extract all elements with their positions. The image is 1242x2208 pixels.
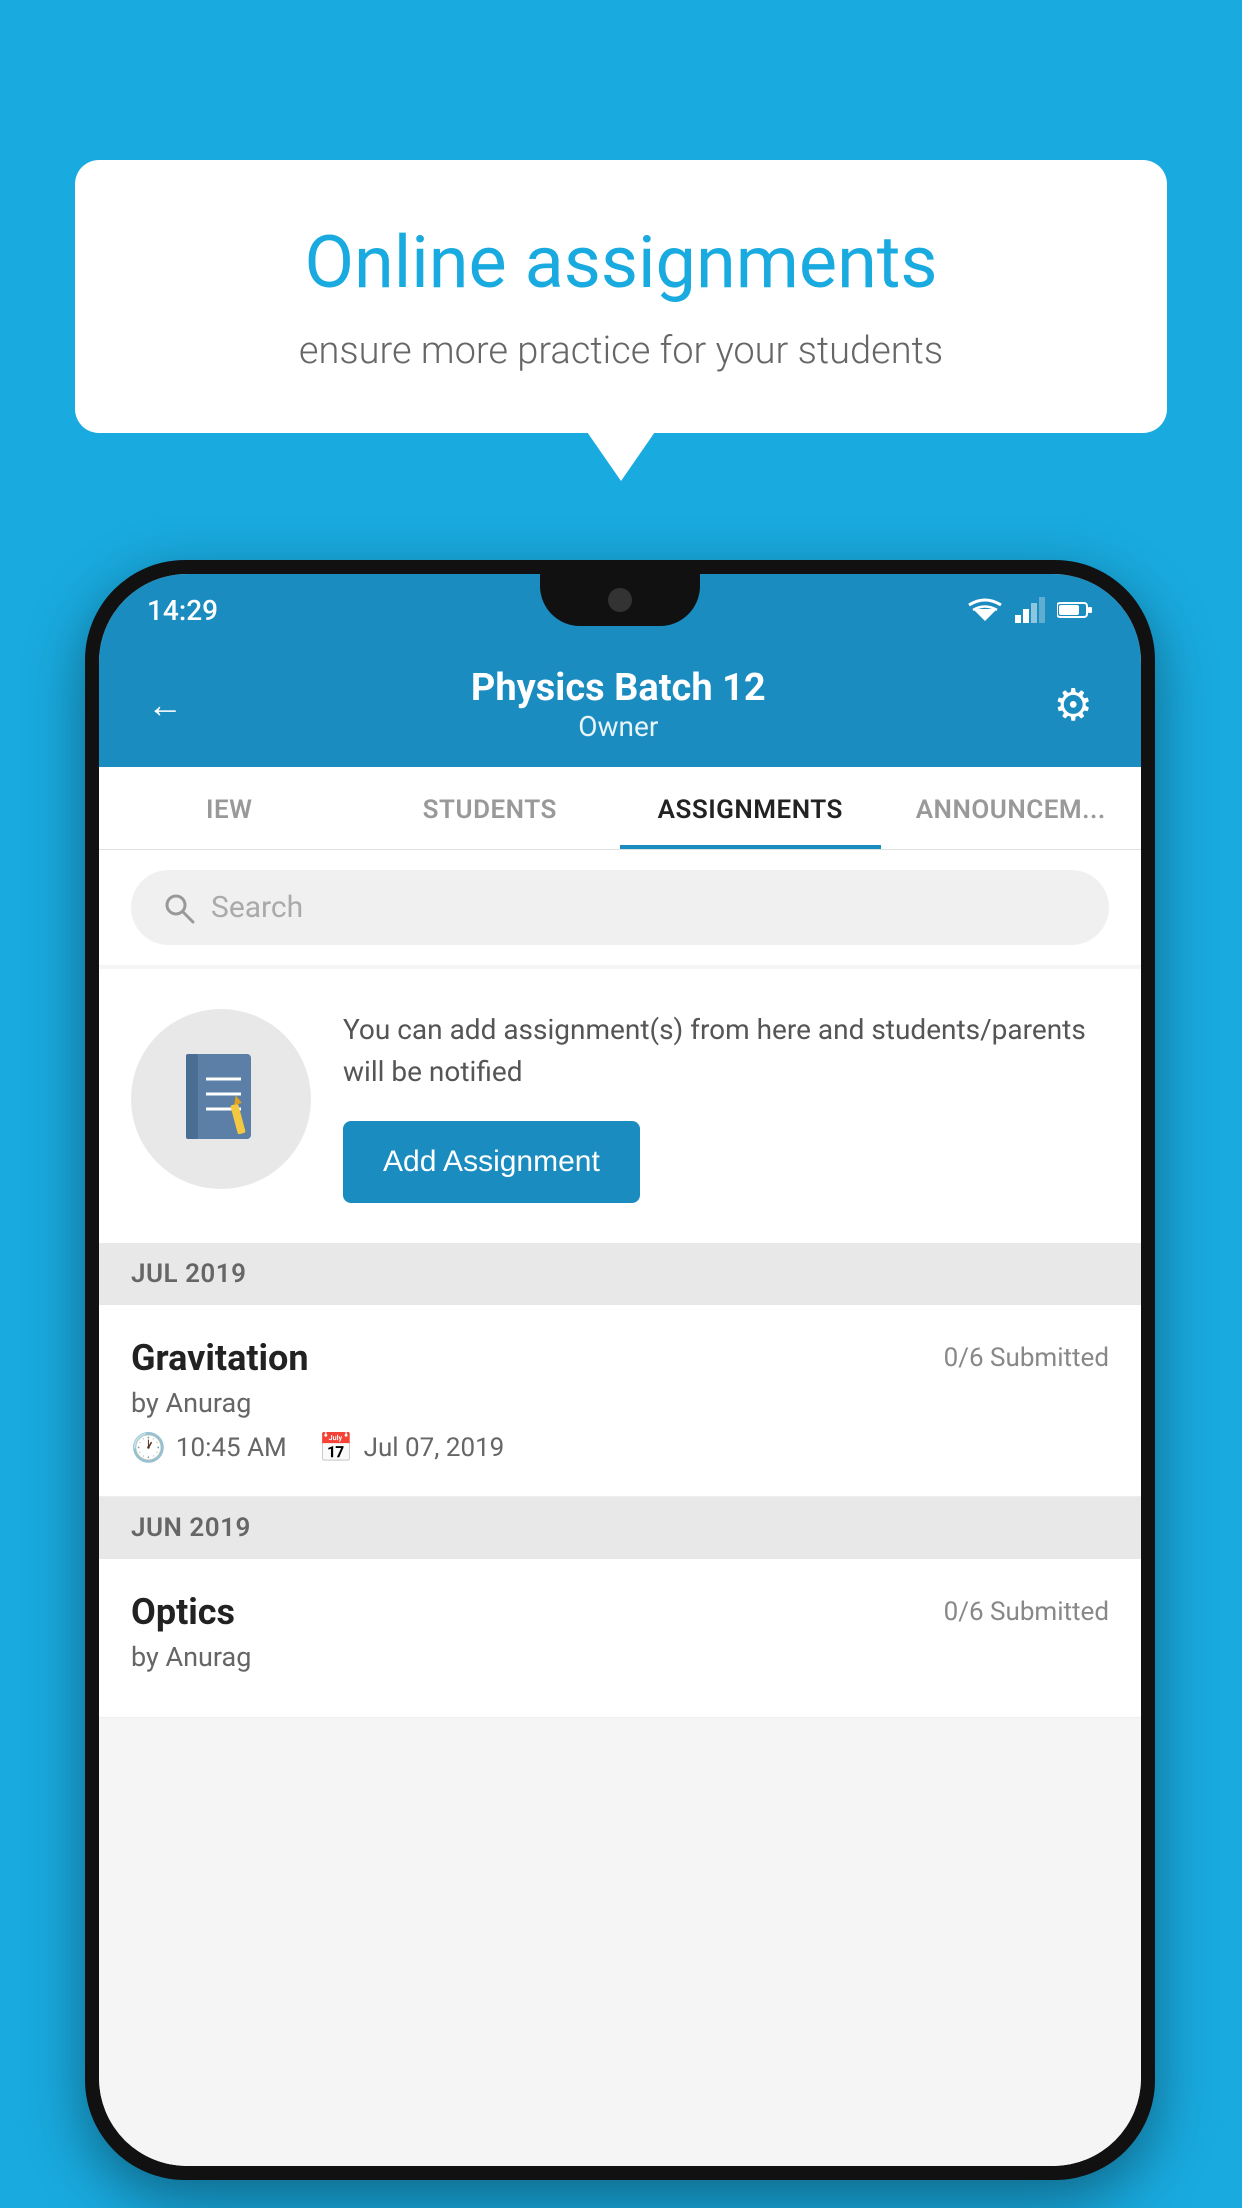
header-center: Physics Batch 12 Owner bbox=[471, 666, 766, 743]
optics-by: by Anurag bbox=[131, 1641, 1109, 1673]
app-header: ← Physics Batch 12 Owner ⚙ bbox=[99, 646, 1141, 767]
promo-icon bbox=[131, 1009, 311, 1189]
notebook-icon bbox=[176, 1049, 266, 1149]
status-icons bbox=[967, 597, 1093, 623]
assignment-top-row-optics: Optics 0/6 Submitted bbox=[131, 1591, 1109, 1633]
camera-notch bbox=[608, 588, 632, 612]
speech-bubble-subtitle: ensure more practice for your students bbox=[155, 329, 1087, 373]
tab-students[interactable]: STUDENTS bbox=[360, 767, 621, 849]
search-icon bbox=[163, 892, 195, 924]
assignment-date: 📅 Jul 07, 2019 bbox=[319, 1431, 505, 1464]
optics-name: Optics bbox=[131, 1591, 235, 1633]
add-assignment-button[interactable]: Add Assignment bbox=[343, 1121, 640, 1203]
section-header-jun: JUN 2019 bbox=[99, 1497, 1141, 1559]
signal-icon bbox=[1015, 597, 1045, 623]
phone-screen: 14:29 bbox=[99, 574, 1141, 2166]
batch-subtitle: Owner bbox=[471, 710, 766, 743]
battery-icon bbox=[1057, 600, 1093, 620]
search-placeholder: Search bbox=[211, 890, 303, 925]
speech-bubble-title: Online assignments bbox=[155, 220, 1087, 305]
speech-bubble-container: Online assignments ensure more practice … bbox=[75, 160, 1167, 433]
assignment-meta: 🕐 10:45 AM 📅 Jul 07, 2019 bbox=[131, 1431, 1109, 1464]
search-bar-container: Search bbox=[99, 850, 1141, 965]
back-button[interactable]: ← bbox=[147, 684, 183, 726]
clock-icon: 🕐 bbox=[131, 1431, 166, 1464]
tab-assignments[interactable]: ASSIGNMENTS bbox=[620, 767, 881, 849]
calendar-icon: 📅 bbox=[319, 1431, 354, 1464]
optics-submitted: 0/6 Submitted bbox=[944, 1597, 1109, 1627]
assignment-top-row: Gravitation 0/6 Submitted bbox=[131, 1337, 1109, 1379]
time-value: 10:45 AM bbox=[176, 1433, 287, 1463]
promo-text: You can add assignment(s) from here and … bbox=[343, 1009, 1109, 1093]
promo-section: You can add assignment(s) from here and … bbox=[99, 969, 1141, 1243]
assignment-item-optics[interactable]: Optics 0/6 Submitted by Anurag bbox=[99, 1559, 1141, 1718]
assignment-submitted: 0/6 Submitted bbox=[944, 1343, 1109, 1373]
date-value: Jul 07, 2019 bbox=[364, 1433, 505, 1463]
tabs-container: IEW STUDENTS ASSIGNMENTS ANNOUNCEM... bbox=[99, 767, 1141, 850]
assignment-time: 🕐 10:45 AM bbox=[131, 1431, 287, 1464]
settings-button[interactable]: ⚙ bbox=[1054, 679, 1093, 731]
phone-frame: 14:29 bbox=[85, 560, 1155, 2180]
tab-overview[interactable]: IEW bbox=[99, 767, 360, 849]
assignment-name: Gravitation bbox=[131, 1337, 309, 1379]
status-bar: 14:29 bbox=[99, 574, 1141, 646]
section-header-jul: JUL 2019 bbox=[99, 1243, 1141, 1305]
promo-content: You can add assignment(s) from here and … bbox=[343, 1009, 1109, 1203]
tab-announcements[interactable]: ANNOUNCEM... bbox=[881, 767, 1142, 849]
assignment-by: by Anurag bbox=[131, 1387, 1109, 1419]
search-bar[interactable]: Search bbox=[131, 870, 1109, 945]
status-time: 14:29 bbox=[147, 594, 218, 627]
content-area: Search You can add bbox=[99, 850, 1141, 2166]
wifi-icon bbox=[967, 597, 1003, 623]
speech-bubble: Online assignments ensure more practice … bbox=[75, 160, 1167, 433]
batch-title: Physics Batch 12 bbox=[471, 666, 766, 710]
notch bbox=[540, 574, 700, 626]
assignment-item-gravitation[interactable]: Gravitation 0/6 Submitted by Anurag 🕐 10… bbox=[99, 1305, 1141, 1497]
